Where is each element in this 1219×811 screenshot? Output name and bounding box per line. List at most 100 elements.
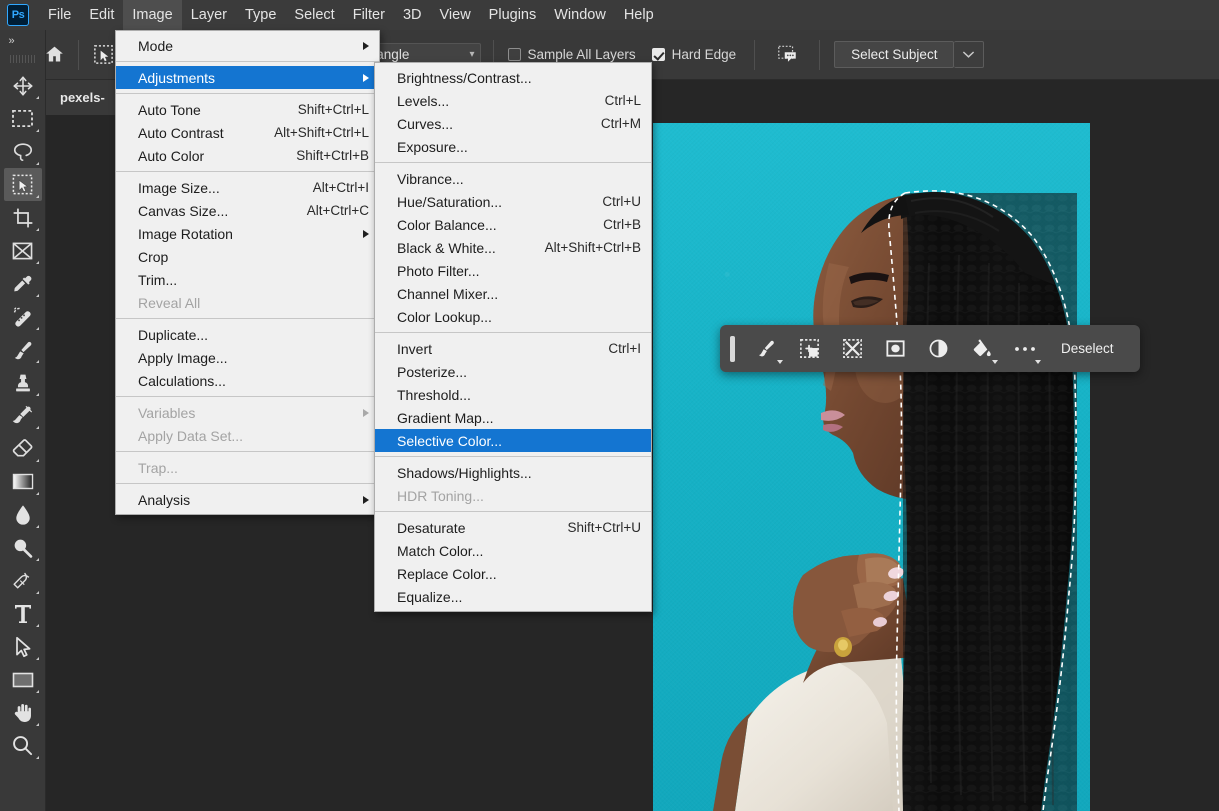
zoom-tool[interactable] [4, 729, 42, 762]
adjustment-layer-icon[interactable] [918, 331, 959, 367]
menu-item-duplicate[interactable]: Duplicate... [116, 323, 379, 346]
menu-item-gradient-map[interactable]: Gradient Map... [375, 406, 651, 429]
adjustments-submenu[interactable]: Brightness/Contrast... Levels... Ctrl+L Cur… [374, 62, 652, 612]
menu-item-channel-mixer[interactable]: Channel Mixer... [375, 282, 651, 305]
menu-item-label: Auto Color [138, 147, 205, 164]
menu-item-threshold[interactable]: Threshold... [375, 383, 651, 406]
menu-bar-item-select[interactable]: Select [285, 0, 343, 30]
menu-item-label: Duplicate... [138, 326, 209, 343]
menu-bar-item-type[interactable]: Type [236, 0, 285, 30]
toolbar-drag-handle[interactable] [9, 55, 36, 63]
menu-item-shortcut: Shift+Ctrl+U [567, 520, 641, 535]
menu-item-vibrance[interactable]: Vibrance... [375, 167, 651, 190]
rectangle-tool[interactable] [4, 663, 42, 696]
menu-item-crop[interactable]: Crop [116, 245, 379, 268]
menu-bar-item-window[interactable]: Window [545, 0, 615, 30]
menu-bar-item-3d[interactable]: 3D [394, 0, 431, 30]
drag-handle[interactable] [730, 335, 735, 362]
image-menu[interactable]: Mode Adjustments Auto Tone Shift+Ctrl+L Auto… [115, 30, 380, 515]
clone-stamp-tool[interactable] [4, 366, 42, 399]
menu-item-image-size[interactable]: Image Size... Alt+Ctrl+I [116, 176, 379, 199]
select-subject-button[interactable]: Select Subject [834, 41, 955, 68]
history-brush-tool[interactable] [4, 399, 42, 432]
eraser-tool[interactable] [4, 432, 42, 465]
menu-item-brightness-contrast[interactable]: Brightness/Contrast... [375, 66, 651, 89]
document-canvas[interactable] [653, 123, 1090, 811]
menu-item-calculations[interactable]: Calculations... [116, 369, 379, 392]
sample-all-layers-checkbox[interactable]: Sample All Layers [507, 47, 636, 62]
menu-item-label: Hue/Saturation... [397, 193, 503, 210]
menu-item-desaturate[interactable]: Desaturate Shift+Ctrl+U [375, 516, 651, 539]
menu-item-match-color[interactable]: Match Color... [375, 539, 651, 562]
menu-item-color-balance[interactable]: Color Balance... Ctrl+B [375, 213, 651, 236]
move-tool[interactable] [4, 69, 42, 102]
blur-tool[interactable] [4, 498, 42, 531]
spot-healing-brush-tool[interactable] [4, 300, 42, 333]
menu-item-shadows-highlights[interactable]: Shadows/Highlights... [375, 461, 651, 484]
pen-tool[interactable] [4, 564, 42, 597]
deselect-button[interactable]: Deselect [1047, 341, 1126, 356]
menu-item-auto-tone[interactable]: Auto Tone Shift+Ctrl+L [116, 98, 379, 121]
menu-bar-item-help[interactable]: Help [615, 0, 663, 30]
menu-item-equalize[interactable]: Equalize... [375, 585, 651, 608]
menu-bar-item-plugins[interactable]: Plugins [480, 0, 546, 30]
menu-separator [375, 332, 651, 333]
context-task-bar[interactable]: Deselect [720, 325, 1140, 372]
menu-bar-item-layer[interactable]: Layer [182, 0, 236, 30]
menu-item-label: Threshold... [397, 386, 471, 403]
rectangular-marquee-tool[interactable] [4, 102, 42, 135]
fill-selection-icon[interactable] [961, 331, 1002, 367]
select-subject-dropdown-button[interactable] [954, 41, 985, 68]
menu-item-shortcut: Ctrl+I [608, 341, 641, 356]
frame-tool[interactable] [4, 234, 42, 267]
menu-item-canvas-size[interactable]: Canvas Size... Alt+Ctrl+C [116, 199, 379, 222]
crop-tool[interactable] [4, 201, 42, 234]
menu-item-hue-saturation[interactable]: Hue/Saturation... Ctrl+U [375, 190, 651, 213]
menu-bar-item-filter[interactable]: Filter [344, 0, 394, 30]
menu-bar-item-image[interactable]: Image [123, 0, 182, 30]
menu-item-image-rotation[interactable]: Image Rotation [116, 222, 379, 245]
brush-tool[interactable] [4, 333, 42, 366]
type-tool[interactable] [4, 597, 42, 630]
checkbox-box [651, 48, 665, 61]
menu-item-invert[interactable]: Invert Ctrl+I [375, 337, 651, 360]
menu-item-posterize[interactable]: Posterize... [375, 360, 651, 383]
object-selection-tool[interactable] [3, 168, 42, 201]
subtract-from-selection-icon[interactable] [832, 331, 873, 367]
expand-toolbar-button[interactable]: » [0, 30, 46, 52]
document-tab[interactable]: pexels- [46, 80, 120, 115]
lasso-tool[interactable] [4, 135, 42, 168]
mask-icon[interactable] [875, 331, 916, 367]
menu-item-color-lookup[interactable]: Color Lookup... [375, 305, 651, 328]
menu-item-levels[interactable]: Levels... Ctrl+L [375, 89, 651, 112]
menu-item-photo-filter[interactable]: Photo Filter... [375, 259, 651, 282]
hand-tool[interactable] [4, 696, 42, 729]
menu-item-replace-color[interactable]: Replace Color... [375, 562, 651, 585]
menu-item-mode[interactable]: Mode [116, 34, 379, 57]
feedback-icon[interactable] [769, 37, 805, 73]
more-options-icon[interactable] [1004, 331, 1045, 367]
hard-edge-checkbox[interactable]: Hard Edge [651, 47, 736, 62]
eyedropper-tool[interactable] [4, 267, 42, 300]
select-brush-icon[interactable] [746, 331, 787, 367]
menu-item-label: Apply Data Set... [138, 427, 244, 444]
menu-item-exposure[interactable]: Exposure... [375, 135, 651, 158]
menu-item-label: Trim... [138, 271, 178, 288]
menu-item-analysis[interactable]: Analysis [116, 488, 379, 511]
menu-item-trim[interactable]: Trim... [116, 268, 379, 291]
menu-item-black-white[interactable]: Black & White... Alt+Shift+Ctrl+B [375, 236, 651, 259]
menu-bar-item-view[interactable]: View [431, 0, 480, 30]
menu-bar-item-edit[interactable]: Edit [80, 0, 123, 30]
menu-separator [116, 93, 379, 94]
menu-item-apply-image[interactable]: Apply Image... [116, 346, 379, 369]
menu-item-adjustments[interactable]: Adjustments [116, 66, 379, 89]
add-to-selection-icon[interactable] [789, 331, 830, 367]
menu-bar-item-file[interactable]: File [39, 0, 80, 30]
menu-item-auto-color[interactable]: Auto Color Shift+Ctrl+B [116, 144, 379, 167]
gradient-tool[interactable] [4, 465, 42, 498]
menu-item-selective-color[interactable]: Selective Color... [375, 429, 651, 452]
menu-item-curves[interactable]: Curves... Ctrl+M [375, 112, 651, 135]
menu-item-auto-contrast[interactable]: Auto Contrast Alt+Shift+Ctrl+L [116, 121, 379, 144]
path-selection-tool[interactable] [4, 630, 42, 663]
dodge-tool[interactable] [4, 531, 42, 564]
